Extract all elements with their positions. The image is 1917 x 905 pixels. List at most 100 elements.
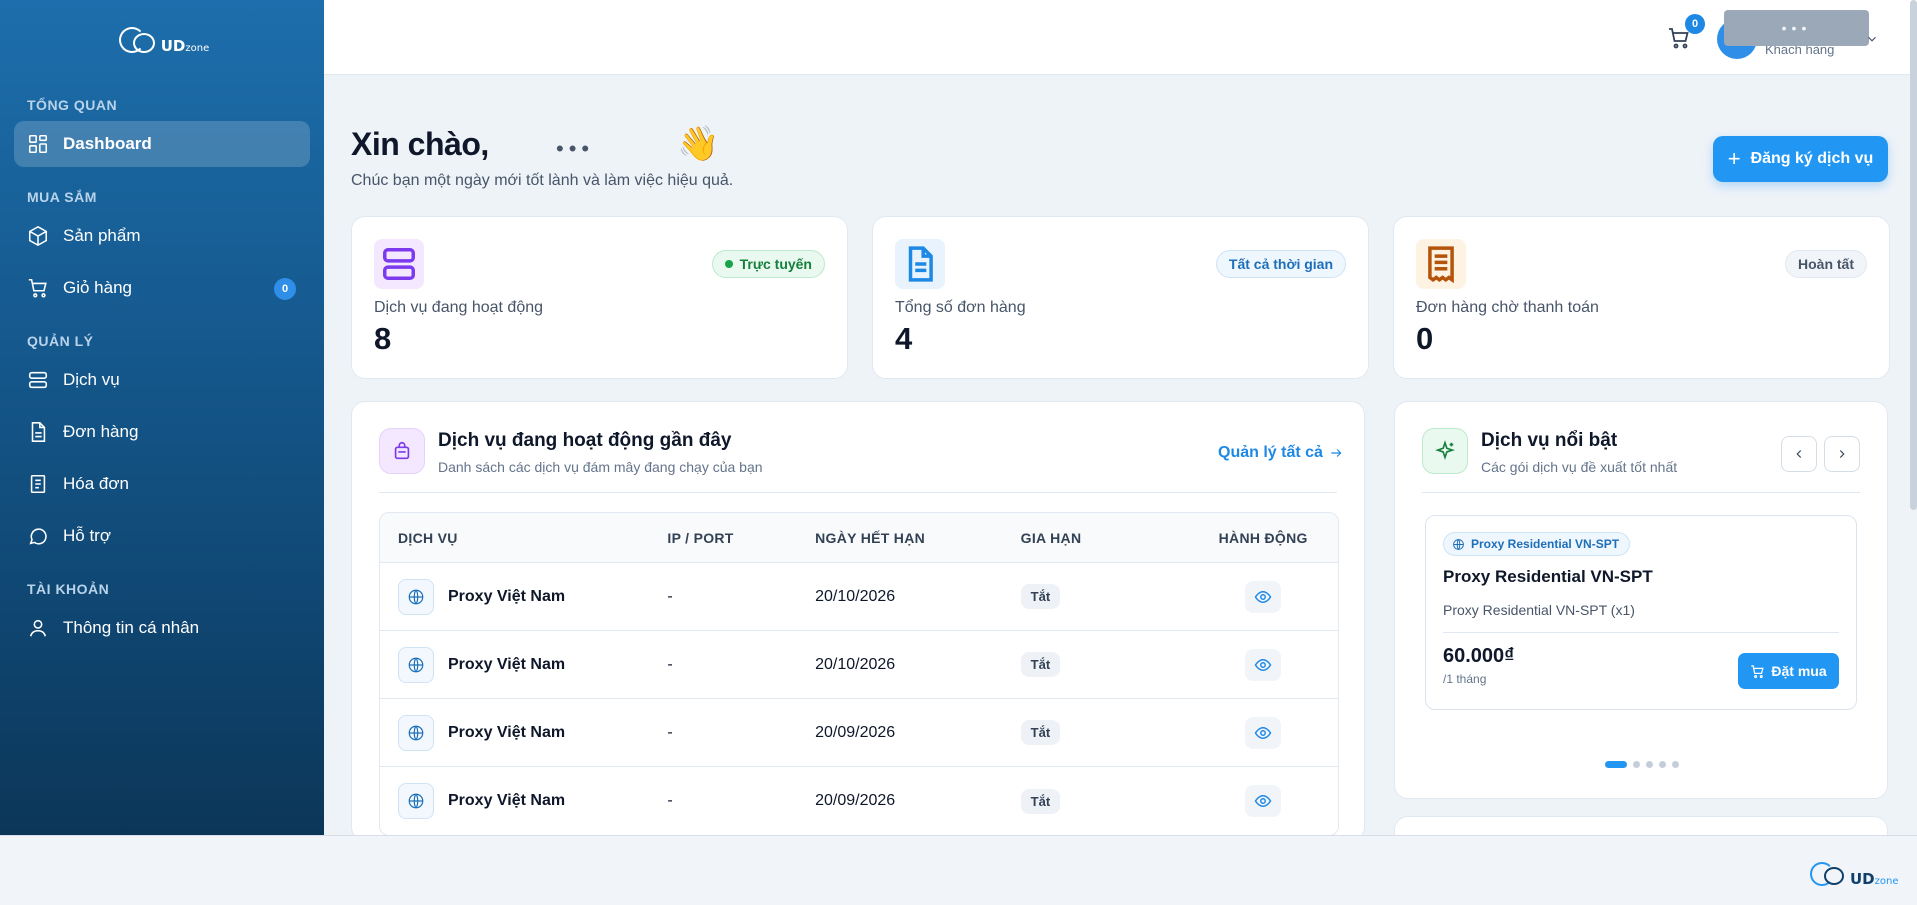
ip-port: - — [667, 792, 673, 809]
product-tag: Proxy Residential VN-SPT — [1443, 532, 1631, 556]
sidebar-item-cart[interactable]: Giỏ hàng 0 — [14, 265, 310, 311]
stat-value: 4 — [895, 321, 913, 356]
page-subtitle: Chúc bạn một ngày mới tốt lành và làm vi… — [351, 172, 734, 189]
eye-icon — [1254, 726, 1272, 739]
user-name-redacted[interactable]: ••• — [1724, 10, 1869, 46]
services-table: DỊCH VỤ IP / PORT NGÀY HẾT HẠN GIA HẠN H… — [379, 512, 1339, 836]
main-content: Xin chào, ••• 👋 Chúc bạn một ngày mới tố… — [324, 76, 1917, 876]
sidebar-item-products[interactable]: Sản phẩm — [14, 213, 310, 259]
manage-all-link[interactable]: Quản lý tất cả — [1218, 444, 1343, 462]
brand-logo[interactable]: UD zone — [0, 0, 324, 75]
nav-section-shopping: MUA SẮM Sản phẩm Giỏ hàng 0 — [0, 173, 324, 311]
server-icon — [28, 371, 48, 389]
page-title: Xin chào, — [351, 126, 489, 162]
stat-label: Tổng số đơn hàng — [895, 299, 1026, 316]
service-name: Proxy Việt Nam — [448, 792, 566, 809]
divider — [379, 492, 1337, 493]
view-button[interactable] — [1245, 648, 1282, 681]
ip-port: - — [667, 723, 673, 741]
grid-icon — [28, 134, 48, 154]
stat-value: 8 — [374, 321, 392, 356]
eye-icon — [1254, 658, 1272, 671]
carousel-dot[interactable] — [1646, 761, 1653, 768]
sidebar-item-invoices[interactable]: Hóa đơn — [14, 461, 310, 507]
sidebar-item-support[interactable]: Hỗ trợ — [14, 513, 310, 559]
globe-icon — [398, 783, 434, 819]
nav-heading: QUẢN LÝ — [27, 333, 94, 349]
sidebar-item-label: Đơn hàng — [63, 422, 139, 441]
cart-count-badge: 0 — [1685, 14, 1705, 34]
stat-card-active-services[interactable]: Trực tuyến Dịch vụ đang hoạt động 8 — [351, 216, 848, 379]
view-button[interactable] — [1245, 785, 1282, 817]
register-service-button[interactable]: + Đăng ký dịch vụ — [1713, 136, 1888, 182]
sidebar-item-dashboard[interactable]: Dashboard — [14, 121, 310, 167]
expiry-date: 20/09/2026 — [815, 792, 896, 809]
nav-section-management: QUẢN LÝ Dịch vụ Đơn hàng Hóa đơn Hỗ trợ — [0, 317, 324, 559]
status-badge: Hoàn tất — [1785, 250, 1867, 278]
table-header-row: DỊCH VỤ IP / PORT NGÀY HẾT HẠN GIA HẠN H… — [380, 513, 1338, 563]
user-menu-toggle[interactable] — [1865, 32, 1879, 46]
nav-section-account: TÀI KHOẢN Thông tin cá nhân — [0, 565, 324, 651]
carousel-dot[interactable] — [1605, 761, 1627, 768]
stat-card-pending-payment[interactable]: Hoàn tất Đơn hàng chờ thanh toán 0 — [1393, 216, 1890, 379]
sidebar-item-label: Hỗ trợ — [63, 526, 111, 545]
document-icon — [895, 239, 945, 289]
sidebar-item-label: Dịch vụ — [63, 370, 120, 389]
cloud-logo-icon — [1808, 856, 1848, 886]
table-row[interactable]: Proxy Việt Nam - 20/09/2026 Tắt — [380, 767, 1338, 835]
table-row[interactable]: Proxy Việt Nam - 20/10/2026 Tắt — [380, 631, 1338, 699]
status-badge: Trực tuyến — [711, 250, 825, 278]
eye-icon — [1254, 590, 1272, 603]
column-header: NGÀY HẾT HẠN — [815, 529, 926, 546]
sidebar-item-orders[interactable]: Đơn hàng — [14, 409, 310, 455]
order-button[interactable]: Đặt mua — [1738, 653, 1839, 689]
server-icon — [374, 239, 424, 289]
column-header: DỊCH VỤ — [398, 529, 458, 546]
chevron-right-icon — [1839, 450, 1845, 458]
eye-icon — [1254, 795, 1272, 807]
chat-icon — [29, 528, 47, 545]
globe-icon — [398, 578, 434, 615]
box-icon — [28, 225, 48, 247]
cart-icon — [28, 278, 47, 298]
table-row[interactable]: Proxy Việt Nam - 20/10/2026 Tắt — [380, 563, 1338, 631]
nav-heading: MUA SẮM — [27, 189, 97, 205]
view-button[interactable] — [1245, 716, 1282, 749]
user-icon — [29, 619, 47, 637]
footer: UD zone — [0, 835, 1917, 905]
shopping-bag-icon — [379, 428, 425, 474]
recent-services-panel: Dịch vụ đang hoạt động gần đây Danh sách… — [351, 401, 1365, 841]
globe-icon — [398, 646, 434, 683]
panel-title: Dịch vụ đang hoạt động gần đây — [438, 430, 732, 451]
cart-count-badge: 0 — [274, 278, 296, 300]
carousel-dot[interactable] — [1672, 761, 1679, 768]
carousel-dot[interactable] — [1633, 761, 1640, 768]
cloud-logo-icon — [115, 21, 159, 53]
product-card[interactable]: Proxy Residential VN-SPT Proxy Residenti… — [1425, 515, 1857, 710]
stat-label: Đơn hàng chờ thanh toán — [1416, 299, 1599, 316]
sidebar-item-label: Hóa đơn — [63, 474, 129, 493]
stat-card-total-orders[interactable]: Tất cả thời gian Tổng số đơn hàng 4 — [872, 216, 1369, 379]
expiry-date: 20/09/2026 — [815, 723, 896, 741]
arrow-right-icon — [1331, 449, 1342, 457]
page-scrollbar[interactable] — [1910, 0, 1917, 510]
panel-title: Dịch vụ nổi bật — [1481, 430, 1618, 451]
footer-logo: UD zone — [1808, 856, 1899, 888]
sidebar-item-services[interactable]: Dịch vụ — [14, 357, 310, 403]
carousel-dot[interactable] — [1659, 761, 1666, 768]
product-description: Proxy Residential VN-SPT (x1) — [1443, 602, 1635, 618]
column-header: IP / PORT — [667, 529, 734, 546]
plus-icon: + — [1727, 146, 1741, 171]
renew-status: Tắt — [1020, 788, 1061, 814]
ip-port: - — [667, 587, 673, 605]
carousel-pagination — [1605, 761, 1679, 768]
carousel-next-button[interactable] — [1824, 436, 1860, 472]
carousel-prev-button[interactable] — [1781, 436, 1817, 472]
chevron-down-icon — [1868, 36, 1876, 42]
cart-icon — [1751, 664, 1764, 678]
service-name: Proxy Việt Nam — [448, 723, 566, 741]
table-row[interactable]: Proxy Việt Nam - 20/09/2026 Tắt — [380, 699, 1338, 767]
sidebar-item-profile[interactable]: Thông tin cá nhân — [14, 605, 310, 651]
view-button[interactable] — [1245, 580, 1282, 613]
expiry-date: 20/10/2026 — [815, 655, 896, 673]
